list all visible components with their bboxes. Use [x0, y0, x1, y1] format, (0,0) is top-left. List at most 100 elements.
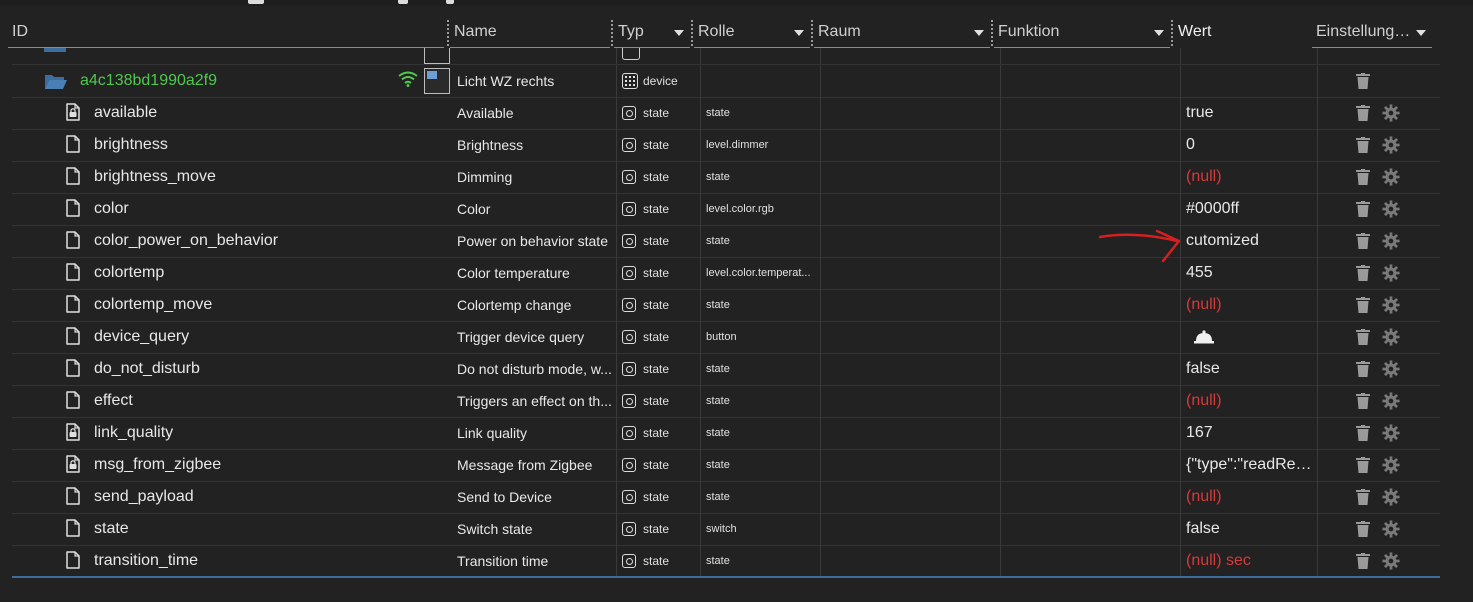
object-value[interactable]: false: [1186, 520, 1316, 538]
device-row[interactable]: a4c138bd1990a2f9 Licht WZ rechts device: [12, 65, 1440, 98]
object-name[interactable]: Message from Zigbee: [457, 457, 613, 473]
object-name[interactable]: Transition time: [457, 553, 613, 569]
object-value[interactable]: #0000ff: [1186, 200, 1316, 218]
object-role[interactable]: state: [706, 427, 818, 439]
trash-icon[interactable]: [1356, 137, 1370, 153]
table-row[interactable]: do_not_disturb Do not disturb mode, w... s…: [12, 353, 1440, 386]
trash-icon[interactable]: [1356, 169, 1370, 185]
object-id[interactable]: brightness: [94, 136, 168, 154]
table-row[interactable]: device_query Trigger device query state but…: [12, 321, 1440, 354]
object-value[interactable]: 0: [1186, 136, 1316, 154]
trash-icon[interactable]: [1356, 297, 1370, 313]
column-resizer[interactable]: [611, 20, 613, 46]
table-row[interactable]: colortemp_move Colortemp change state state…: [12, 289, 1440, 322]
trash-icon[interactable]: [1356, 489, 1370, 505]
object-name[interactable]: Trigger device query: [457, 329, 613, 345]
object-function[interactable]: [1001, 417, 1181, 449]
object-id[interactable]: send_payload: [94, 488, 194, 506]
gear-icon[interactable]: [1382, 104, 1400, 122]
object-id[interactable]: effect: [94, 392, 133, 410]
header-typ-filter[interactable]: Typ: [614, 14, 690, 48]
object-role[interactable]: level.dimmer: [706, 139, 818, 151]
object-id[interactable]: msg_from_zigbee: [94, 456, 221, 474]
object-name[interactable]: Dimming: [457, 169, 613, 185]
gear-icon[interactable]: [1382, 136, 1400, 154]
object-id[interactable]: brightness_move: [94, 168, 216, 186]
object-value[interactable]: true: [1186, 104, 1316, 122]
object-function[interactable]: [1001, 385, 1181, 417]
trash-icon[interactable]: [1356, 457, 1370, 473]
bell-icon[interactable]: [1193, 330, 1215, 344]
device-image[interactable]: [424, 68, 450, 94]
table-row[interactable]: send_payload Send to Device state state (nul…: [12, 481, 1440, 514]
object-name[interactable]: Brightness: [457, 137, 613, 153]
object-room[interactable]: [821, 513, 1001, 545]
trash-icon[interactable]: [1356, 105, 1370, 121]
header-raum-filter[interactable]: Raum: [814, 14, 990, 48]
object-function[interactable]: [1001, 321, 1181, 353]
object-function[interactable]: [1001, 449, 1181, 481]
object-room[interactable]: [821, 225, 1001, 257]
gear-icon[interactable]: [1382, 200, 1400, 218]
table-row[interactable]: link_quality Link quality state state 167: [12, 417, 1440, 450]
object-id[interactable]: do_not_disturb: [94, 360, 200, 378]
object-function[interactable]: [1001, 97, 1181, 129]
object-room[interactable]: [821, 321, 1001, 353]
object-function[interactable]: [1001, 193, 1181, 225]
object-role[interactable]: state: [706, 395, 818, 407]
object-id[interactable]: colortemp: [94, 264, 164, 282]
object-room[interactable]: [821, 161, 1001, 193]
table-row[interactable]: color Color state level.color.rgb #0000ff: [12, 193, 1440, 226]
object-id[interactable]: color_power_on_behavior: [94, 232, 278, 250]
gear-icon[interactable]: [1382, 232, 1400, 250]
trash-icon[interactable]: [1356, 425, 1370, 441]
trash-icon[interactable]: [1356, 393, 1370, 409]
trash-icon[interactable]: [1356, 201, 1370, 217]
trash-icon[interactable]: [1356, 361, 1370, 377]
gear-icon[interactable]: [1382, 296, 1400, 314]
gear-icon[interactable]: [1382, 264, 1400, 282]
object-name[interactable]: Do not disturb mode, w...: [457, 361, 613, 377]
object-room[interactable]: [821, 353, 1001, 385]
trash-icon[interactable]: [1356, 265, 1370, 281]
object-role[interactable]: button: [706, 331, 818, 343]
object-room[interactable]: [821, 449, 1001, 481]
object-room[interactable]: [821, 545, 1001, 577]
gear-icon[interactable]: [1382, 360, 1400, 378]
table-row[interactable]: effect Triggers an effect on th... state st…: [12, 385, 1440, 418]
object-name[interactable]: Link quality: [457, 425, 613, 441]
object-id[interactable]: state: [94, 520, 129, 538]
header-rolle-filter[interactable]: Rolle: [694, 14, 810, 48]
object-function[interactable]: [1001, 481, 1181, 513]
object-room[interactable]: [821, 481, 1001, 513]
object-value[interactable]: cutomized: [1186, 232, 1316, 250]
object-name[interactable]: Power on behavior state: [457, 233, 613, 249]
object-role[interactable]: state: [706, 235, 818, 247]
gear-icon[interactable]: [1382, 488, 1400, 506]
object-value[interactable]: (null): [1186, 488, 1316, 506]
trash-icon[interactable]: [1356, 73, 1370, 89]
header-name[interactable]: Name: [450, 14, 610, 48]
object-role[interactable]: switch: [706, 523, 818, 535]
column-resizer[interactable]: [811, 20, 813, 46]
object-role[interactable]: level.color.rgb: [706, 203, 818, 215]
object-id[interactable]: link_quality: [94, 424, 173, 442]
object-name[interactable]: Colortemp change: [457, 297, 613, 313]
object-room[interactable]: [821, 97, 1001, 129]
object-role[interactable]: level.color.temperat...: [706, 267, 818, 279]
object-name[interactable]: Color: [457, 201, 613, 217]
table-row[interactable]: brightness_move Dimming state state (null): [12, 161, 1440, 194]
object-function[interactable]: [1001, 161, 1181, 193]
gear-icon[interactable]: [1382, 168, 1400, 186]
header-funktion-filter[interactable]: Funktion: [994, 14, 1170, 48]
table-row[interactable]: transition_time Transition time state state…: [12, 545, 1440, 578]
column-resizer[interactable]: [1171, 20, 1173, 46]
object-id[interactable]: transition_time: [94, 552, 198, 570]
object-name[interactable]: Send to Device: [457, 489, 613, 505]
object-room[interactable]: [821, 257, 1001, 289]
table-row[interactable]: available Available state state true: [12, 97, 1440, 130]
object-name[interactable]: Available: [457, 105, 613, 121]
object-value[interactable]: 455: [1186, 264, 1316, 282]
trash-icon[interactable]: [1356, 329, 1370, 345]
object-function[interactable]: [1001, 353, 1181, 385]
